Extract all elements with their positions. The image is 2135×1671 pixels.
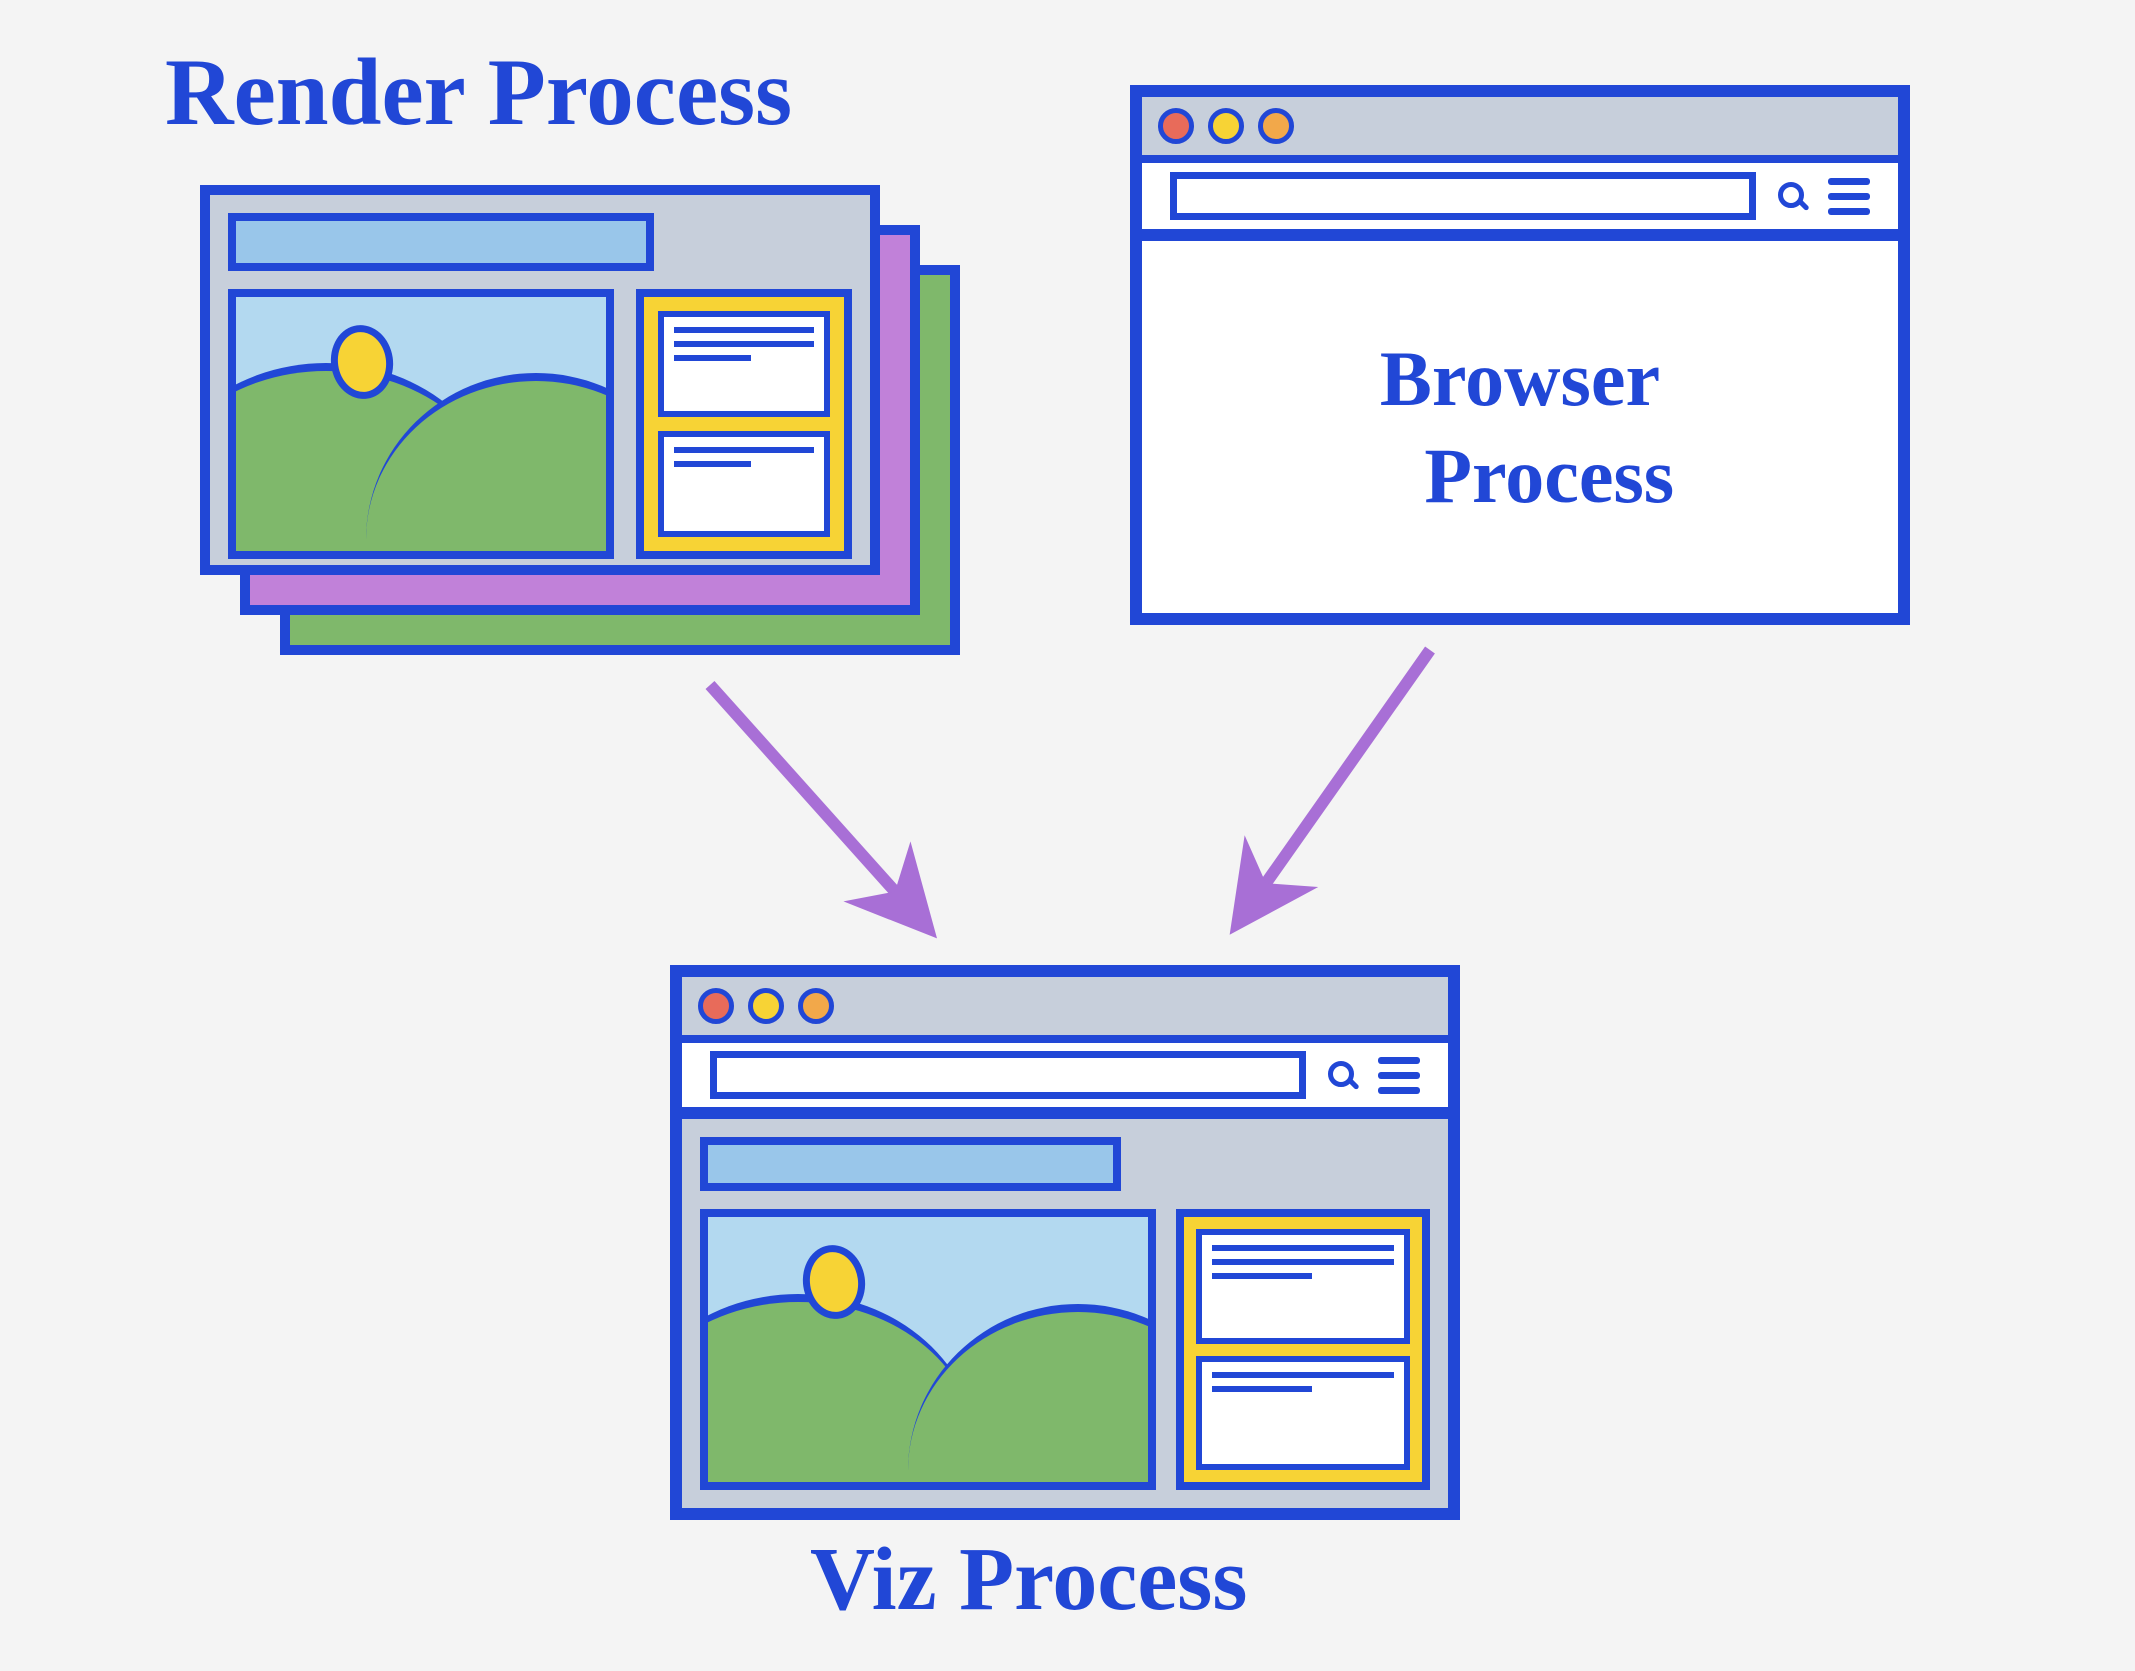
- search-icon: [1328, 1061, 1356, 1089]
- window-titlebar: [682, 977, 1448, 1043]
- window-toolbar: [682, 1043, 1448, 1119]
- viz-process-window: [670, 965, 1460, 1520]
- viz-process-label: Viz Process: [810, 1530, 1247, 1629]
- sidebar-card: [1196, 1229, 1410, 1344]
- menu-icon: [1378, 1057, 1420, 1094]
- arrow-browser-to-viz: [1240, 650, 1430, 920]
- minimize-icon: [748, 988, 784, 1024]
- arrow-render-to-viz: [710, 685, 925, 925]
- sidebar-card: [1196, 1356, 1410, 1471]
- viz-composited-content: [682, 1119, 1448, 1508]
- page-title-bar: [700, 1137, 1121, 1191]
- page-image: [700, 1209, 1156, 1490]
- page-sidebar: [1176, 1209, 1430, 1490]
- close-icon: [698, 988, 734, 1024]
- maximize-icon: [798, 988, 834, 1024]
- address-bar: [710, 1051, 1306, 1099]
